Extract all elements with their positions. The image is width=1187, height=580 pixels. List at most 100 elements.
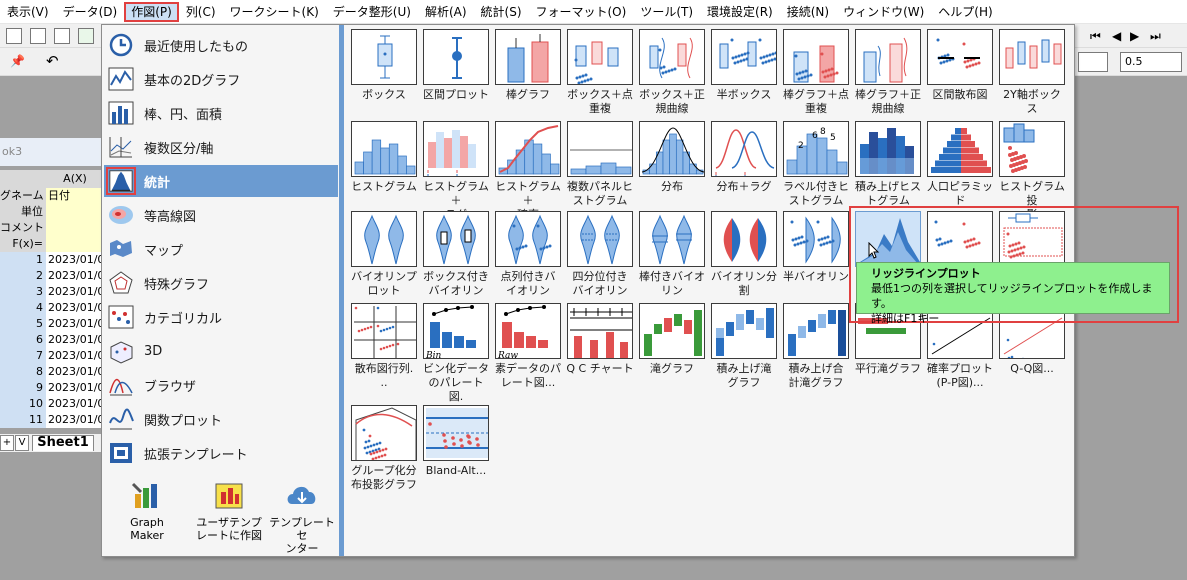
graph-template-labelhist[interactable]: 2 8 6 5 ラベル付きヒ ストグラム [782,121,850,208]
graph-template-pyramid[interactable]: 人口ピラミッド [926,121,994,208]
graph-template-box[interactable]: ボックス [350,29,418,102]
category-item[interactable]: 3D [104,335,338,367]
category-item[interactable]: 特殊グラフ [104,267,338,299]
graph-template-barnormal[interactable]: 棒グラフ＋正 規曲線 [854,29,922,116]
menu-item[interactable]: ウィンドウ(W) [836,2,931,22]
graph-template-boxnormal[interactable]: ボックス＋正 規曲線 [638,29,706,116]
new-sheet-icon[interactable] [54,28,70,44]
graph-template-groupproj[interactable]: グループ化分 布投影グラフ [350,405,418,492]
last-page-icon[interactable]: ⏭ [1150,29,1161,44]
undo-icon[interactable]: ↶ [46,52,59,70]
category-item[interactable]: ブラウザ [104,369,338,401]
cell[interactable]: 2023/01/0 [46,316,102,332]
graph-template-bar[interactable]: 棒グラフ [494,29,562,102]
graph-template-histrug[interactable]: ヒストグラム＋ ラグ [422,121,490,222]
row-number[interactable]: 3 [0,284,46,300]
menu-item[interactable]: 解析(A) [418,2,474,22]
row-number[interactable]: 7 [0,348,46,364]
category-item[interactable]: 拡張テンプレート [104,437,338,469]
cell[interactable]: 2023/01/0 [46,284,102,300]
graph-template-violin[interactable]: バイオリンプ ロット [350,211,418,298]
category-item[interactable]: マップ [104,233,338,265]
graph-template-scattermatrix[interactable]: 散布図行列. .. [350,303,418,390]
cell[interactable] [46,220,102,236]
graph-template-violinsplit[interactable]: バイオリン分 割 [710,211,778,298]
graph-template-halfviolin[interactable]: 半バイオリン [782,211,850,284]
next-page-icon[interactable]: ▶ [1130,29,1139,43]
graph-template-bardots[interactable]: 棒グラフ＋点 重複 [782,29,850,116]
graph-template-violinbar[interactable]: 棒付きバイオ リン [638,211,706,298]
graph-template-boxdots[interactable]: ボックス＋点 重複 [566,29,634,116]
menu-item[interactable]: 作図(P) [124,1,179,22]
bottom-tool-button[interactable]: ユーザテンプ レートに作図 [194,480,264,542]
cell[interactable]: 2023/01/0 [46,332,102,348]
category-item[interactable]: 最近使用したもの [104,29,338,61]
graph-template-stacktotalwaterfall[interactable]: 積み上げ合 計滝グラフ [782,303,850,390]
graph-template-halfbox[interactable]: 半ボックス [710,29,778,102]
row-number[interactable]: 1 [0,252,46,268]
category-item[interactable]: 棒、円、面積 [104,97,338,129]
row-number[interactable]: 9 [0,380,46,396]
add-sheet-button[interactable]: + [0,435,14,451]
graph-template-paretobin[interactable]: Binビン化データ のパレート図. .. [422,303,490,418]
menu-item[interactable]: 列(C) [179,2,223,22]
menu-item[interactable]: データ(D) [56,2,125,22]
graph-template-hist[interactable]: ヒストグラム [350,121,418,194]
graph-template-stackhist[interactable]: 積み上げヒス トグラム [854,121,922,208]
save-icon[interactable] [78,28,94,44]
category-item[interactable]: 関数プロット [104,403,338,435]
graph-template-box2y[interactable]: 2Y軸ボックス [998,29,1066,116]
graph-template-histprob[interactable]: ヒストグラム＋ 確率 [494,121,562,222]
cell[interactable]: 2023/01/0 [46,364,102,380]
menu-item[interactable]: フォーマット(O) [529,2,634,22]
cell[interactable]: 2023/01/0 [46,348,102,364]
category-item[interactable]: 等高線図 [104,199,338,231]
cell[interactable]: 2023/01/0 [46,268,102,284]
row-number[interactable]: 10 [0,396,46,412]
open-icon[interactable] [30,28,46,44]
graph-template-multipanel[interactable]: 複数パネルヒ ストグラム [566,121,634,208]
first-page-icon[interactable]: ⏮ [1090,29,1101,44]
graph-template-dist[interactable]: 分布 [638,121,706,194]
graph-template-stackwaterfall[interactable]: 積み上げ滝 グラフ [710,303,778,390]
category-item[interactable]: カテゴリカル [104,301,338,333]
cell[interactable] [46,204,102,220]
line-style-dropdown[interactable] [1078,52,1108,72]
new-project-icon[interactable] [6,28,22,44]
cell[interactable]: 2023/01/0 [46,380,102,396]
category-item[interactable]: 統計 [104,165,338,197]
row-number[interactable]: 8 [0,364,46,380]
cell[interactable]: 日付 [46,188,102,204]
row-number[interactable]: 5 [0,316,46,332]
cell[interactable] [46,236,102,252]
row-number[interactable]: 6 [0,332,46,348]
graph-template-violinq[interactable]: 四分位付き バイオリン [566,211,634,298]
pin-icon[interactable]: 📌 [10,54,25,68]
menu-item[interactable]: 接続(N) [780,2,836,22]
menu-item[interactable]: ワークシート(K) [223,2,326,22]
column-header[interactable]: A(X) [48,170,102,188]
line-width-select[interactable]: 0.5 [1120,52,1182,72]
sheet-tab[interactable]: Sheet1 [32,435,94,451]
graph-template-violinbox[interactable]: ボックス付き バイオリン [422,211,490,298]
menu-item[interactable]: データ整形(U) [326,2,418,22]
row-number[interactable]: 11 [0,412,46,428]
menu-item[interactable]: 環境設定(R) [700,2,780,22]
menu-item[interactable]: ヘルプ(H) [931,2,999,22]
cell[interactable]: 2023/01/0 [46,300,102,316]
cell[interactable]: 2023/01/0 [46,396,102,412]
category-item[interactable]: 基本の2Dグラフ [104,63,338,95]
row-number[interactable]: 2 [0,268,46,284]
graph-template-qc[interactable]: Q C チャート [566,303,634,376]
prev-page-icon[interactable]: ◀ [1112,29,1121,43]
cell[interactable]: 2023/01/0 [46,252,102,268]
graph-template-waterfall[interactable]: 滝グラフ [638,303,706,376]
cell[interactable]: 2023/01/0 [46,412,102,428]
category-item[interactable]: 複数区分/軸 [104,131,338,163]
menu-item[interactable]: 表示(V) [0,2,56,22]
graph-template-blandaltman[interactable]: Bland-Alt... [422,405,490,478]
menu-item[interactable]: 統計(S) [474,2,529,22]
graph-template-intervalscatter[interactable]: 区間散布図 [926,29,994,102]
graph-template-violinpts[interactable]: 点列付きバ イオリン [494,211,562,298]
menu-item[interactable]: ツール(T) [633,2,700,22]
